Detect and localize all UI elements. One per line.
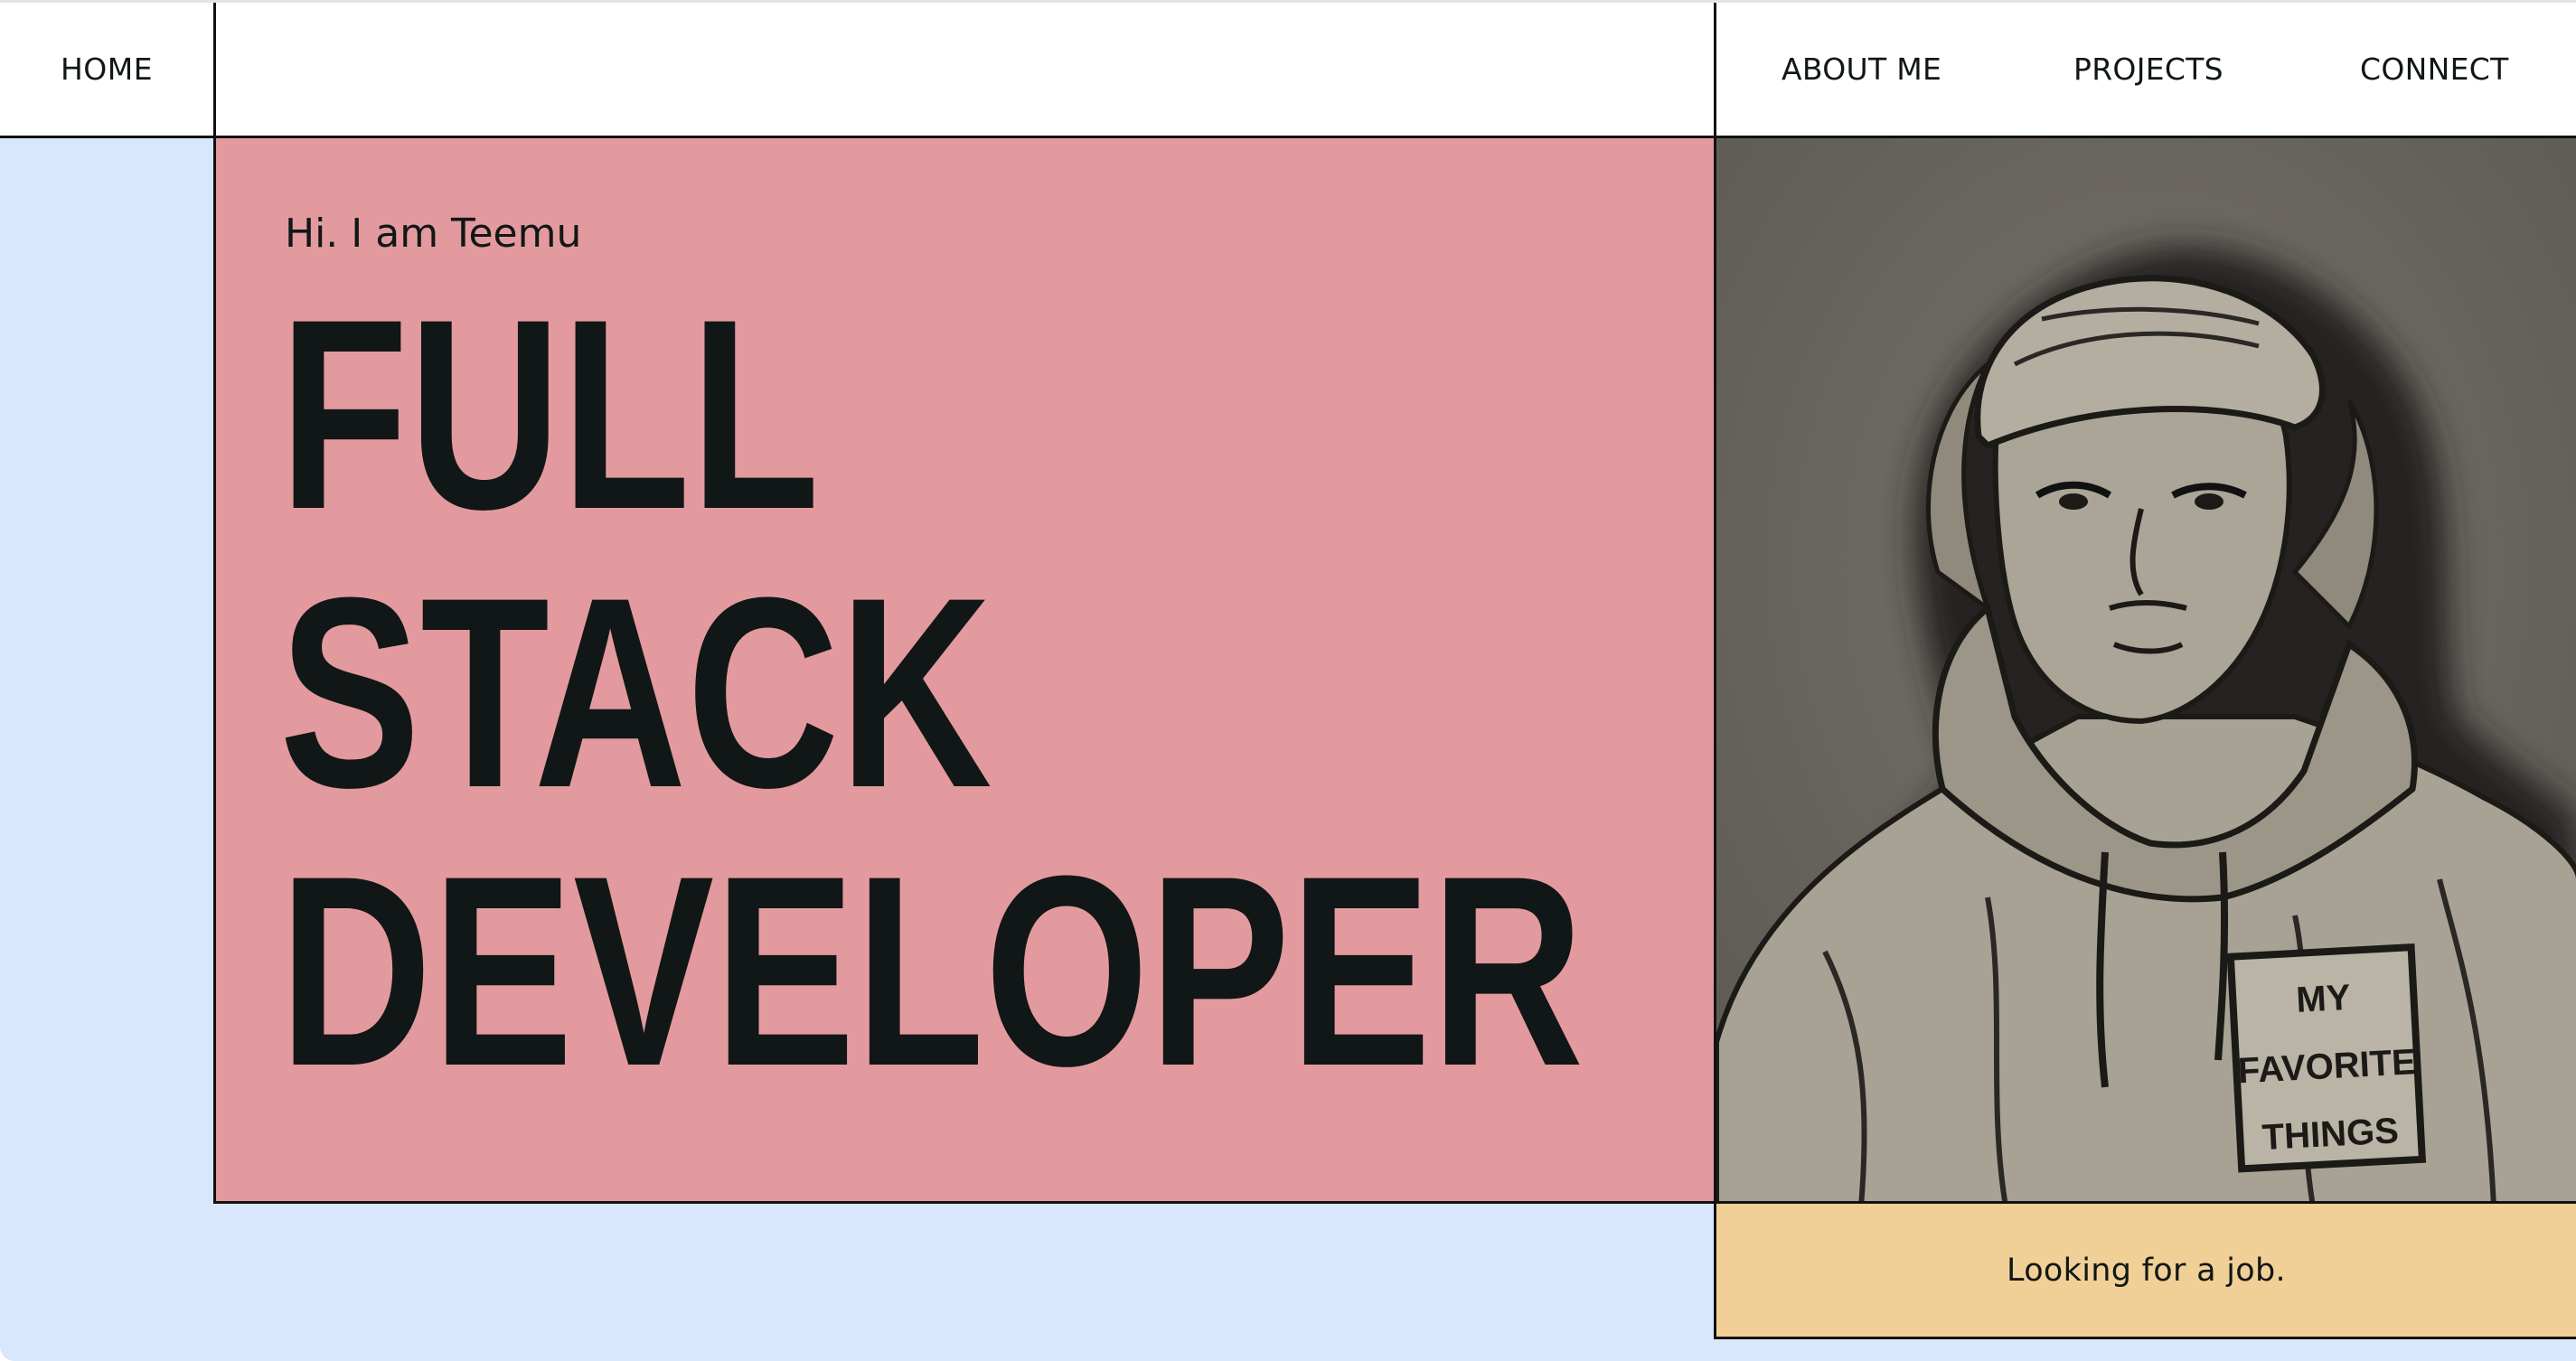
- shirt-text-line-1: MY: [2295, 978, 2352, 1020]
- portrait-image: MY FAVORITE THINGS: [1714, 136, 2576, 1204]
- job-status-text: Looking for a job.: [2007, 1252, 2286, 1289]
- nav-home-link[interactable]: HOME: [0, 3, 216, 136]
- nav-links: ABOUT ME PROJECTS CONNECT: [1714, 3, 2576, 136]
- portrait-illustration: MY FAVORITE THINGS: [1716, 138, 2576, 1204]
- hero-greeting: Hi. I am Teemu: [285, 211, 582, 257]
- headline-line-2: STACK: [279, 540, 992, 844]
- nav-connect-link[interactable]: CONNECT: [2360, 3, 2509, 136]
- shirt-text-line-3: THINGS: [2261, 1111, 2400, 1158]
- headline-line-3: DEVELOPER: [279, 819, 1584, 1122]
- job-status-box: Looking for a job.: [1714, 1201, 2576, 1339]
- hero-panel: Hi. I am Teemu FULL STACK DEVELOPER: [213, 136, 1716, 1204]
- headline-line-1: FULL: [279, 262, 820, 566]
- top-nav: HOME ABOUT ME PROJECTS CONNECT: [0, 3, 2576, 138]
- nav-about-me-link[interactable]: ABOUT ME: [1782, 3, 1941, 136]
- nav-projects-link[interactable]: PROJECTS: [2073, 3, 2223, 136]
